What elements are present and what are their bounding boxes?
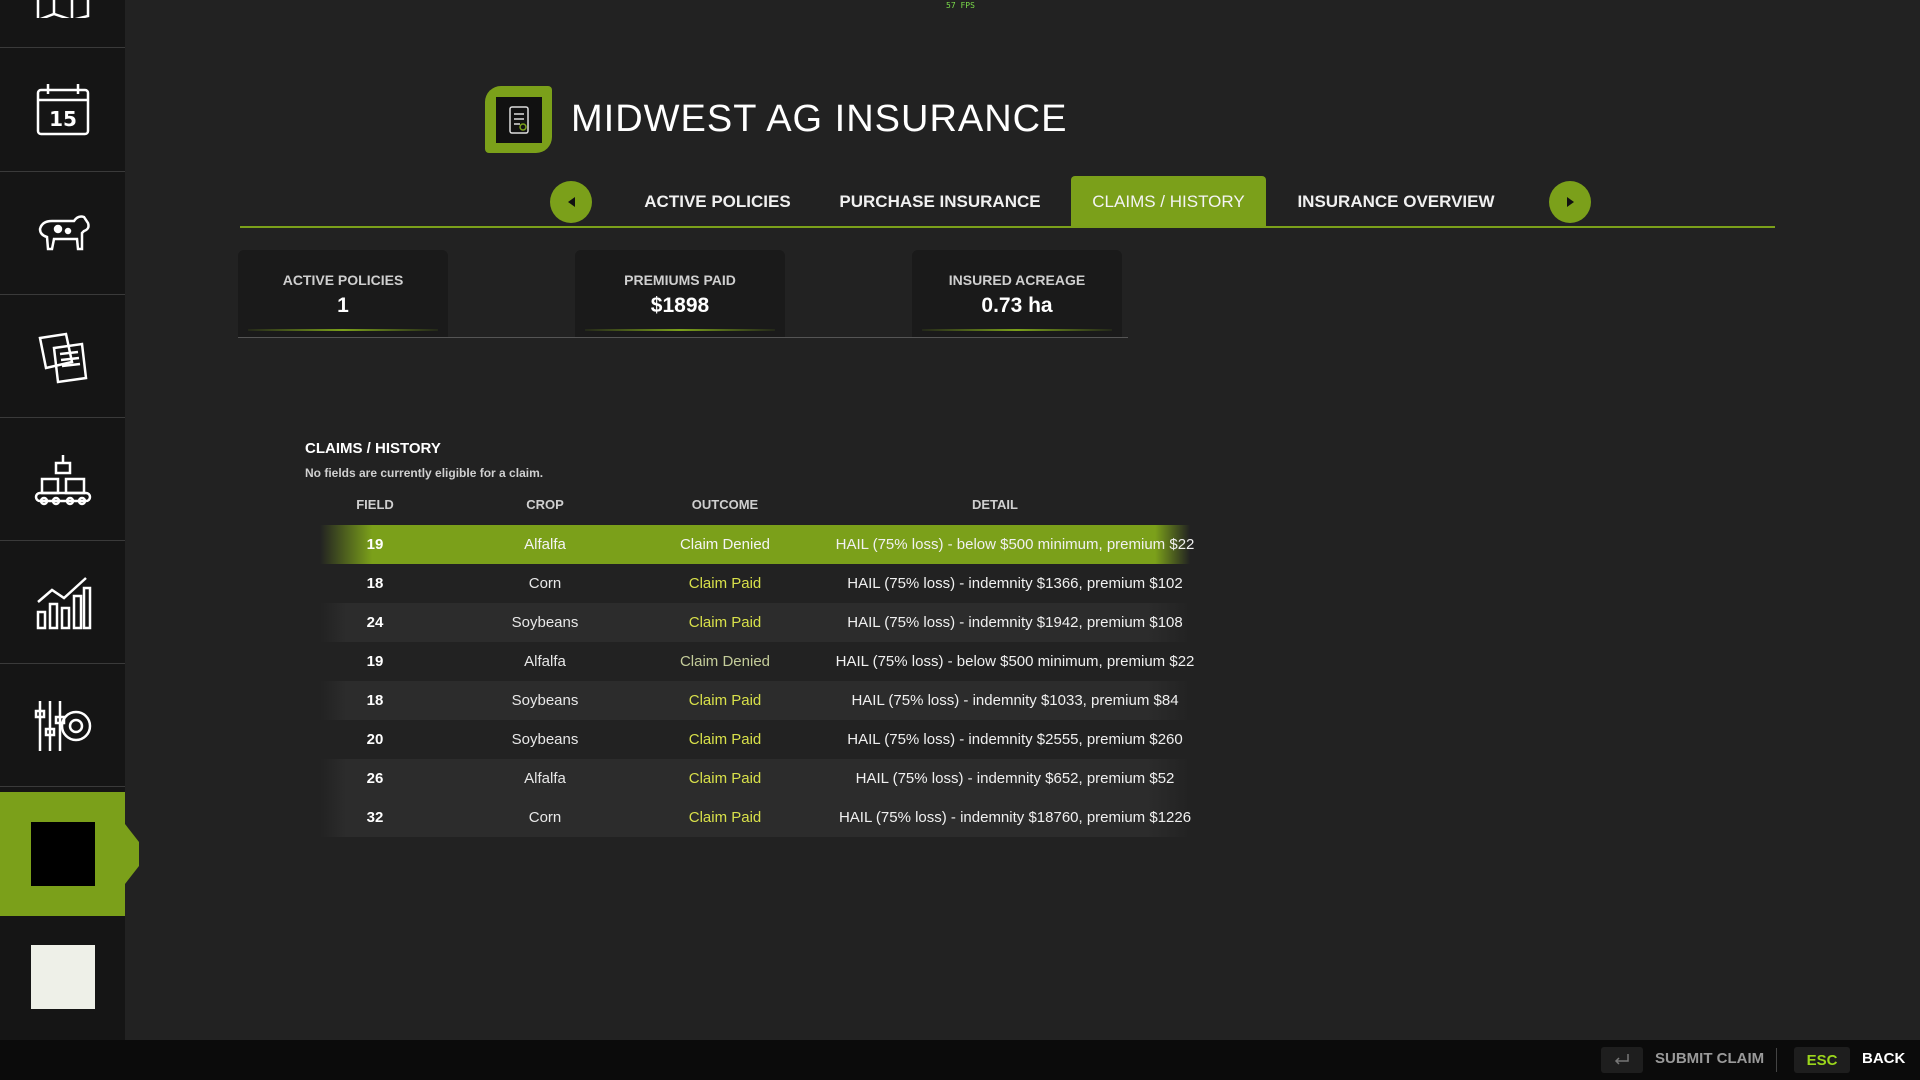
arrow-right-icon <box>1566 197 1574 207</box>
sidebar-item-blank[interactable] <box>0 916 125 1038</box>
table-row[interactable]: 26 Alfalfa Claim Paid HAIL (75% loss) - … <box>320 759 1190 798</box>
sidebar-item-insurance[interactable] <box>0 792 139 916</box>
enter-key-icon <box>1614 1054 1629 1065</box>
cell-field: 32 <box>366 809 384 826</box>
sidebar-item-livestock[interactable] <box>0 173 125 295</box>
stat-underline <box>922 329 1112 331</box>
stat-underline <box>585 329 775 331</box>
stat-underline <box>248 329 438 331</box>
back-button[interactable]: BACK <box>1862 1050 1905 1067</box>
table-row[interactable]: 18 Soybeans Claim Paid HAIL (75% loss) -… <box>320 681 1190 720</box>
production-icon <box>34 454 91 505</box>
cell-detail: HAIL (75% loss) - below $500 minimum, pr… <box>835 653 1195 670</box>
cell-detail: HAIL (75% loss) - indemnity $18760, prem… <box>838 809 1192 826</box>
table-row[interactable]: 32 Corn Claim Paid HAIL (75% loss) - ind… <box>320 798 1191 837</box>
cell-crop: Alfalfa <box>524 536 566 553</box>
cell-outcome: Claim Paid <box>688 692 762 709</box>
tab-active-policies[interactable]: ACTIVE POLICIES <box>630 176 805 227</box>
claims-subtitle: No fields are currently eligible for a c… <box>305 466 544 480</box>
esc-key[interactable]: ESC <box>1794 1047 1850 1073</box>
cell-field: 19 <box>366 653 384 670</box>
cell-outcome: Claim Paid <box>688 809 762 826</box>
cell-crop: Soybeans <box>511 614 579 631</box>
cell-detail: HAIL (75% loss) - indemnity $652, premiu… <box>855 770 1175 787</box>
submit-claim-key[interactable] <box>1601 1047 1643 1073</box>
stat-value: 0.73 ha <box>981 294 1053 317</box>
cell-crop: Corn <box>528 575 562 592</box>
active-indicator <box>125 824 139 884</box>
fps-counter: 57 FPS <box>946 1 975 10</box>
sidebar-item-calendar[interactable]: 15 <box>0 50 125 172</box>
sidebar: 15 <box>0 0 139 1040</box>
table-row[interactable]: 18 Corn Claim Paid HAIL (75% loss) - ind… <box>320 564 1190 603</box>
cell-detail: HAIL (75% loss) - indemnity $1942, premi… <box>847 614 1183 631</box>
column-header-crop: CROP <box>526 497 564 512</box>
stat-value: 1 <box>337 294 349 317</box>
sidebar-item-contracts[interactable] <box>0 296 125 418</box>
table-row[interactable]: 24 Soybeans Claim Paid HAIL (75% loss) -… <box>320 603 1190 642</box>
stat-label: ACTIVE POLICIES <box>282 272 404 288</box>
page-title: MIDWEST AG INSURANCE <box>571 98 1068 140</box>
svg-text:15: 15 <box>49 107 77 131</box>
divider <box>238 337 1128 338</box>
cell-outcome: Claim Denied <box>679 536 771 553</box>
statistics-icon <box>36 576 91 629</box>
table-row[interactable]: 19 Alfalfa Claim Denied HAIL (75% loss) … <box>320 642 1195 681</box>
insurance-icon <box>30 822 95 886</box>
column-header-field: FIELD <box>356 497 394 512</box>
cell-crop: Soybeans <box>511 692 579 709</box>
cell-field: 24 <box>366 614 384 631</box>
prev-tab-button[interactable] <box>550 181 592 223</box>
cell-field: 18 <box>366 575 384 592</box>
tab-purchase-insurance[interactable]: PURCHASE INSURANCE <box>830 176 1050 227</box>
cell-field: 20 <box>366 731 384 748</box>
cell-outcome: Claim Paid <box>688 614 762 631</box>
map-icon <box>36 0 89 18</box>
stat-premiums-paid: PREMIUMS PAID $1898 <box>575 250 785 338</box>
cell-crop: Alfalfa <box>524 770 566 787</box>
calendar-icon: 15 <box>36 83 89 135</box>
stat-label: PREMIUMS PAID <box>624 272 736 288</box>
cell-outcome: Claim Denied <box>679 653 771 670</box>
claims-table: 19 Alfalfa Claim Denied HAIL (75% loss) … <box>320 525 1195 837</box>
next-tab-button[interactable] <box>1549 181 1591 223</box>
settings-icon <box>34 700 91 751</box>
arrow-left-icon <box>567 197 575 207</box>
cell-outcome: Claim Paid <box>688 575 762 592</box>
table-row[interactable]: 19 Alfalfa Claim Denied HAIL (75% loss) … <box>320 525 1194 564</box>
cell-crop: Corn <box>528 809 562 826</box>
stat-active-policies: ACTIVE POLICIES 1 <box>238 250 448 338</box>
stat-value: $1898 <box>650 294 710 317</box>
sidebar-item-production[interactable] <box>0 419 125 541</box>
cell-outcome: Claim Paid <box>688 731 762 748</box>
cell-outcome: Claim Paid <box>688 770 762 787</box>
divider <box>1776 1048 1777 1072</box>
cell-detail: HAIL (75% loss) - indemnity $1366, premi… <box>847 575 1183 592</box>
contracts-icon <box>38 332 87 383</box>
document-icon <box>508 105 529 134</box>
cell-field: 18 <box>366 692 384 709</box>
stat-label: INSURED ACREAGE <box>948 272 1086 288</box>
cell-crop: Soybeans <box>511 731 579 748</box>
insurance-logo <box>485 86 552 153</box>
claims-title: CLAIMS / HISTORY <box>305 440 441 457</box>
livestock-icon <box>38 214 90 250</box>
cell-detail: HAIL (75% loss) - indemnity $2555, premi… <box>847 731 1183 748</box>
cell-crop: Alfalfa <box>524 653 566 670</box>
column-header-detail: DETAIL <box>972 497 1018 512</box>
cell-field: 26 <box>366 770 384 787</box>
sidebar-item-settings[interactable] <box>0 665 125 787</box>
submit-claim-button[interactable]: SUBMIT CLAIM <box>1655 1050 1764 1067</box>
tab-insurance-overview[interactable]: INSURANCE OVERVIEW <box>1285 176 1507 227</box>
stat-insured-acreage: INSURED ACREAGE 0.73 ha <box>912 250 1122 338</box>
cell-detail: HAIL (75% loss) - below $500 minimum, pr… <box>835 536 1195 553</box>
cell-field: 19 <box>366 536 384 553</box>
table-row[interactable]: 20 Soybeans Claim Paid HAIL (75% loss) -… <box>320 720 1190 759</box>
cell-detail: HAIL (75% loss) - indemnity $1033, premi… <box>851 692 1179 709</box>
blank-icon <box>30 945 95 1009</box>
sidebar-item-statistics[interactable] <box>0 542 125 664</box>
sidebar-item-map[interactable] <box>0 0 125 48</box>
tab-claims-history[interactable]: CLAIMS / HISTORY <box>1071 176 1266 227</box>
